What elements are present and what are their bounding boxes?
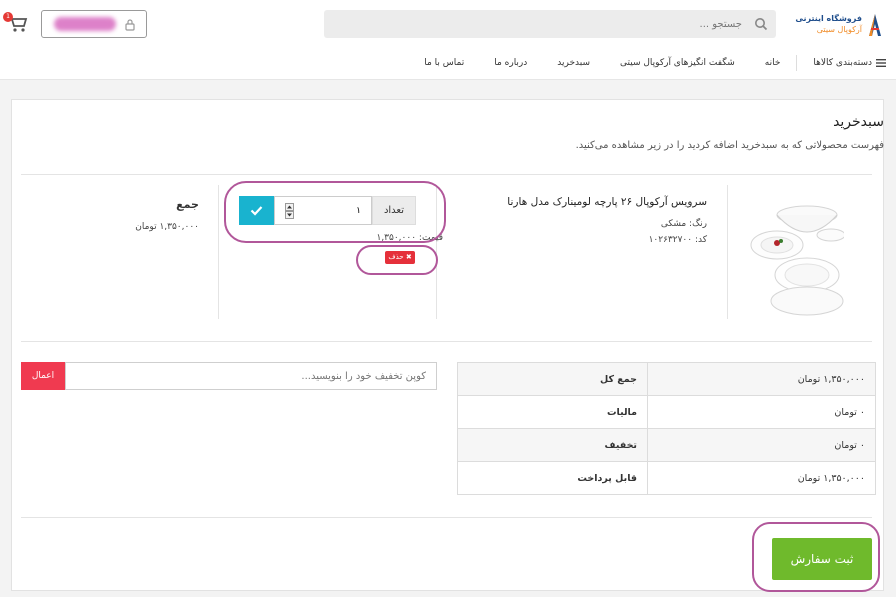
summary-label: جمع کل bbox=[457, 362, 648, 396]
page-title: سبدخرید bbox=[833, 114, 884, 130]
main-nav: دسته‌بندی کالاها خانه شگفت انگیزهای آرکو… bbox=[394, 55, 886, 71]
item-price: قیمت: ۱,۳۵۰,۰۰۰ bbox=[376, 233, 443, 243]
logo-shop-text: فروشگاه اینترنی bbox=[795, 14, 862, 23]
spinner-icon[interactable] bbox=[285, 203, 294, 219]
update-quantity-button[interactable] bbox=[239, 196, 274, 225]
summary-label: قابل پرداخت bbox=[457, 461, 648, 495]
nav-item-contact[interactable]: تماس با ما bbox=[424, 58, 464, 68]
divider bbox=[21, 174, 872, 175]
delete-label: حذف bbox=[388, 253, 404, 261]
order-summary-table: جمع کل ۱,۳۵۰,۰۰۰ تومان مالیات ۰ تومان تخ… bbox=[457, 362, 876, 495]
divider bbox=[21, 517, 872, 518]
delete-item-button[interactable]: ✖ حذف bbox=[385, 251, 415, 264]
product-image[interactable] bbox=[747, 197, 844, 321]
quantity-stepper[interactable] bbox=[274, 196, 372, 225]
table-row: جمع کل ۱,۳۵۰,۰۰۰ تومان bbox=[457, 362, 876, 396]
nav-item-deals[interactable]: شگفت انگیزهای آرکوپال سیتی bbox=[620, 58, 735, 68]
close-icon: ✖ bbox=[405, 253, 412, 261]
table-row: قابل پرداخت ۱,۳۵۰,۰۰۰ تومان bbox=[457, 461, 876, 495]
cart-count-badge: 1 bbox=[3, 12, 13, 22]
nav-categories[interactable]: دسته‌بندی کالاها bbox=[796, 55, 886, 71]
coupon-form: اعمال bbox=[21, 362, 437, 390]
summary-value: ۰ تومان bbox=[647, 395, 876, 429]
check-icon bbox=[250, 206, 263, 216]
summary-label: مالیات bbox=[457, 395, 648, 429]
product-name[interactable]: سرویس آرکوپال ۲۶ پارچه لومینارک مدل هارن… bbox=[507, 196, 707, 208]
quantity-input[interactable] bbox=[297, 201, 367, 221]
divider bbox=[21, 341, 872, 342]
row-total-value: ۱,۳۵۰,۰۰۰ تومان bbox=[135, 222, 199, 232]
row-total-label: جمع bbox=[176, 198, 199, 211]
search-input[interactable] bbox=[324, 10, 754, 38]
coupon-input[interactable] bbox=[65, 362, 437, 390]
product-color: رنگ: مشکی bbox=[660, 219, 707, 229]
quantity-label: تعداد bbox=[372, 196, 416, 225]
summary-label: تخفیف bbox=[457, 428, 648, 462]
table-row: تخفیف ۰ تومان bbox=[457, 428, 876, 462]
divider bbox=[727, 185, 728, 319]
nav-categories-label: دسته‌بندی کالاها bbox=[813, 58, 872, 68]
summary-value: ۱,۳۵۰,۰۰۰ تومان bbox=[647, 461, 876, 495]
divider bbox=[218, 185, 219, 319]
account-name-redacted bbox=[54, 17, 116, 31]
product-code: کد: ۱۰۲۶۳۲۷۰۰ bbox=[648, 235, 707, 245]
menu-icon bbox=[876, 59, 886, 67]
nav-item-about[interactable]: درباره ما bbox=[494, 58, 527, 68]
search-icon[interactable] bbox=[754, 17, 768, 31]
account-button[interactable] bbox=[41, 10, 147, 38]
summary-value: ۱,۳۵۰,۰۰۰ تومان bbox=[647, 362, 876, 396]
site-logo[interactable]: فروشگاه اینترنی آرکوپال سیتی bbox=[795, 12, 884, 38]
nav-item-cart[interactable]: سبدخرید bbox=[557, 58, 590, 68]
logo-brand-text: آرکوپال سیتی bbox=[816, 25, 862, 34]
site-header: فروشگاه اینترنی آرکوپال سیتی 1 bbox=[0, 0, 896, 80]
search-box[interactable] bbox=[324, 10, 776, 38]
table-row: مالیات ۰ تومان bbox=[457, 395, 876, 429]
logo-mark-icon bbox=[869, 14, 881, 36]
summary-value: ۰ تومان bbox=[647, 428, 876, 462]
checkout-button[interactable]: ثبت سفارش bbox=[772, 538, 872, 580]
nav-item-home[interactable]: خانه bbox=[765, 58, 781, 68]
divider bbox=[436, 185, 437, 319]
lock-icon bbox=[125, 19, 135, 31]
apply-coupon-button[interactable]: اعمال bbox=[21, 362, 65, 390]
page-subtitle: فهرست محصولاتی که به سبدخرید اضافه کردید… bbox=[575, 140, 884, 151]
